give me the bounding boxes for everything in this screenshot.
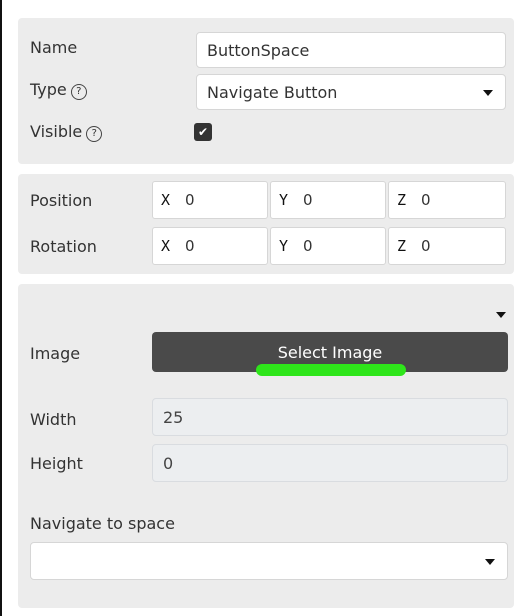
position-z-value: 0: [421, 191, 431, 209]
axis-z-label: Z: [397, 191, 407, 209]
position-y-field[interactable]: Y0: [270, 181, 386, 219]
position-y-value: 0: [303, 191, 313, 209]
position-label: Position: [30, 191, 93, 210]
position-x-field[interactable]: X0: [152, 181, 268, 219]
visible-checkbox[interactable]: ✔: [194, 123, 212, 141]
select-image-label: Select Image: [277, 342, 383, 362]
height-label: Height: [30, 454, 83, 473]
height-value: 0: [163, 453, 174, 473]
visible-label-wrap: Visible?: [30, 122, 103, 142]
width-input[interactable]: 25: [152, 398, 508, 436]
rotation-y-value: 0: [303, 237, 313, 255]
axis-x-label: X: [161, 237, 171, 255]
type-label-wrap: Type?: [30, 80, 87, 100]
appearance-panel: Image Select Image Width 25 Height 0 Nav…: [18, 284, 514, 608]
rotation-x-field[interactable]: X0: [152, 227, 268, 265]
axis-z-label: Z: [397, 237, 407, 255]
navigate-select[interactable]: [30, 542, 508, 580]
name-value: ButtonSpace: [207, 40, 310, 60]
width-label: Width: [30, 410, 77, 429]
transform-panel: Position X0 Y0 Z0 Rotation X0 Y0 Z0: [18, 174, 514, 274]
type-help-icon[interactable]: ?: [70, 84, 87, 100]
type-label: Type: [30, 80, 67, 99]
axis-x-label: X: [161, 191, 171, 209]
name-label: Name: [30, 38, 78, 57]
rotation-z-value: 0: [421, 237, 431, 255]
position-x-value: 0: [185, 191, 195, 209]
check-icon: ✔: [197, 125, 209, 139]
chevron-down-icon: [483, 90, 493, 96]
rotation-y-field[interactable]: Y0: [270, 227, 386, 265]
position-z-field[interactable]: Z0: [388, 181, 506, 219]
axis-y-label: Y: [279, 191, 289, 209]
chevron-down-icon: [485, 559, 495, 565]
axis-y-label: Y: [279, 237, 289, 255]
visible-label: Visible: [30, 122, 83, 141]
type-select[interactable]: Navigate Button: [196, 74, 506, 110]
name-input[interactable]: ButtonSpace: [196, 32, 506, 68]
navigate-label: Navigate to space: [30, 514, 175, 533]
highlight-marker: [256, 364, 406, 376]
rotation-z-field[interactable]: Z0: [388, 227, 506, 265]
basic-properties-panel: Name ButtonSpace Type? Navigate Button V…: [18, 18, 514, 164]
rotation-label: Rotation: [30, 237, 97, 256]
type-value: Navigate Button: [207, 82, 338, 102]
rotation-x-value: 0: [185, 237, 195, 255]
height-input[interactable]: 0: [152, 444, 508, 482]
image-label: Image: [30, 344, 81, 363]
collapse-chevron-icon[interactable]: [496, 312, 506, 318]
visible-help-icon[interactable]: ?: [86, 126, 103, 142]
width-value: 25: [163, 407, 184, 427]
